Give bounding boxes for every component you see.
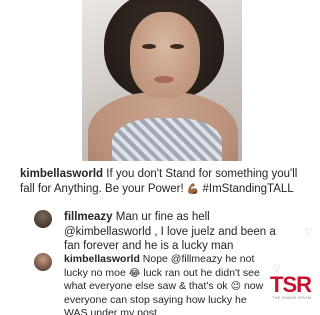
wink-emoji-icon: 😉: [230, 281, 242, 293]
photo-eye-right: [170, 44, 184, 49]
post-caption: kimbellasworld If you don't Stand for so…: [20, 167, 312, 197]
caption-username[interactable]: kimbellasworld: [20, 168, 103, 180]
caption-hashtag[interactable]: #ImStandingTALL: [199, 183, 293, 195]
heart-outline-icon[interactable]: ♡: [304, 228, 314, 238]
post-photo[interactable]: [82, 0, 242, 161]
logo-sub: THE SHADE ROOM: [272, 295, 312, 300]
comment-username[interactable]: fillmeazy: [64, 211, 113, 223]
photo-face: [130, 12, 200, 98]
photo-top: [112, 118, 222, 161]
logo-main: TSR: [270, 272, 312, 297]
photo-eye-left: [142, 44, 156, 49]
avatar[interactable]: [34, 210, 52, 228]
flexed-arm-emoji-icon: 💪🏾: [186, 183, 200, 195]
photo-lips: [154, 76, 174, 83]
comment-username[interactable]: kimbellasworld: [64, 253, 140, 265]
comment-text: kimbellasworld Nope @fillmeazy he not lu…: [64, 253, 264, 315]
tsr-logo: TSR THE SHADE ROOM: [270, 272, 314, 302]
comment-text: fillmeazy Man ur fine as hell @kimbellas…: [64, 210, 286, 254]
avatar[interactable]: [34, 253, 52, 271]
laughing-emoji-icon: 😂: [128, 267, 141, 279]
